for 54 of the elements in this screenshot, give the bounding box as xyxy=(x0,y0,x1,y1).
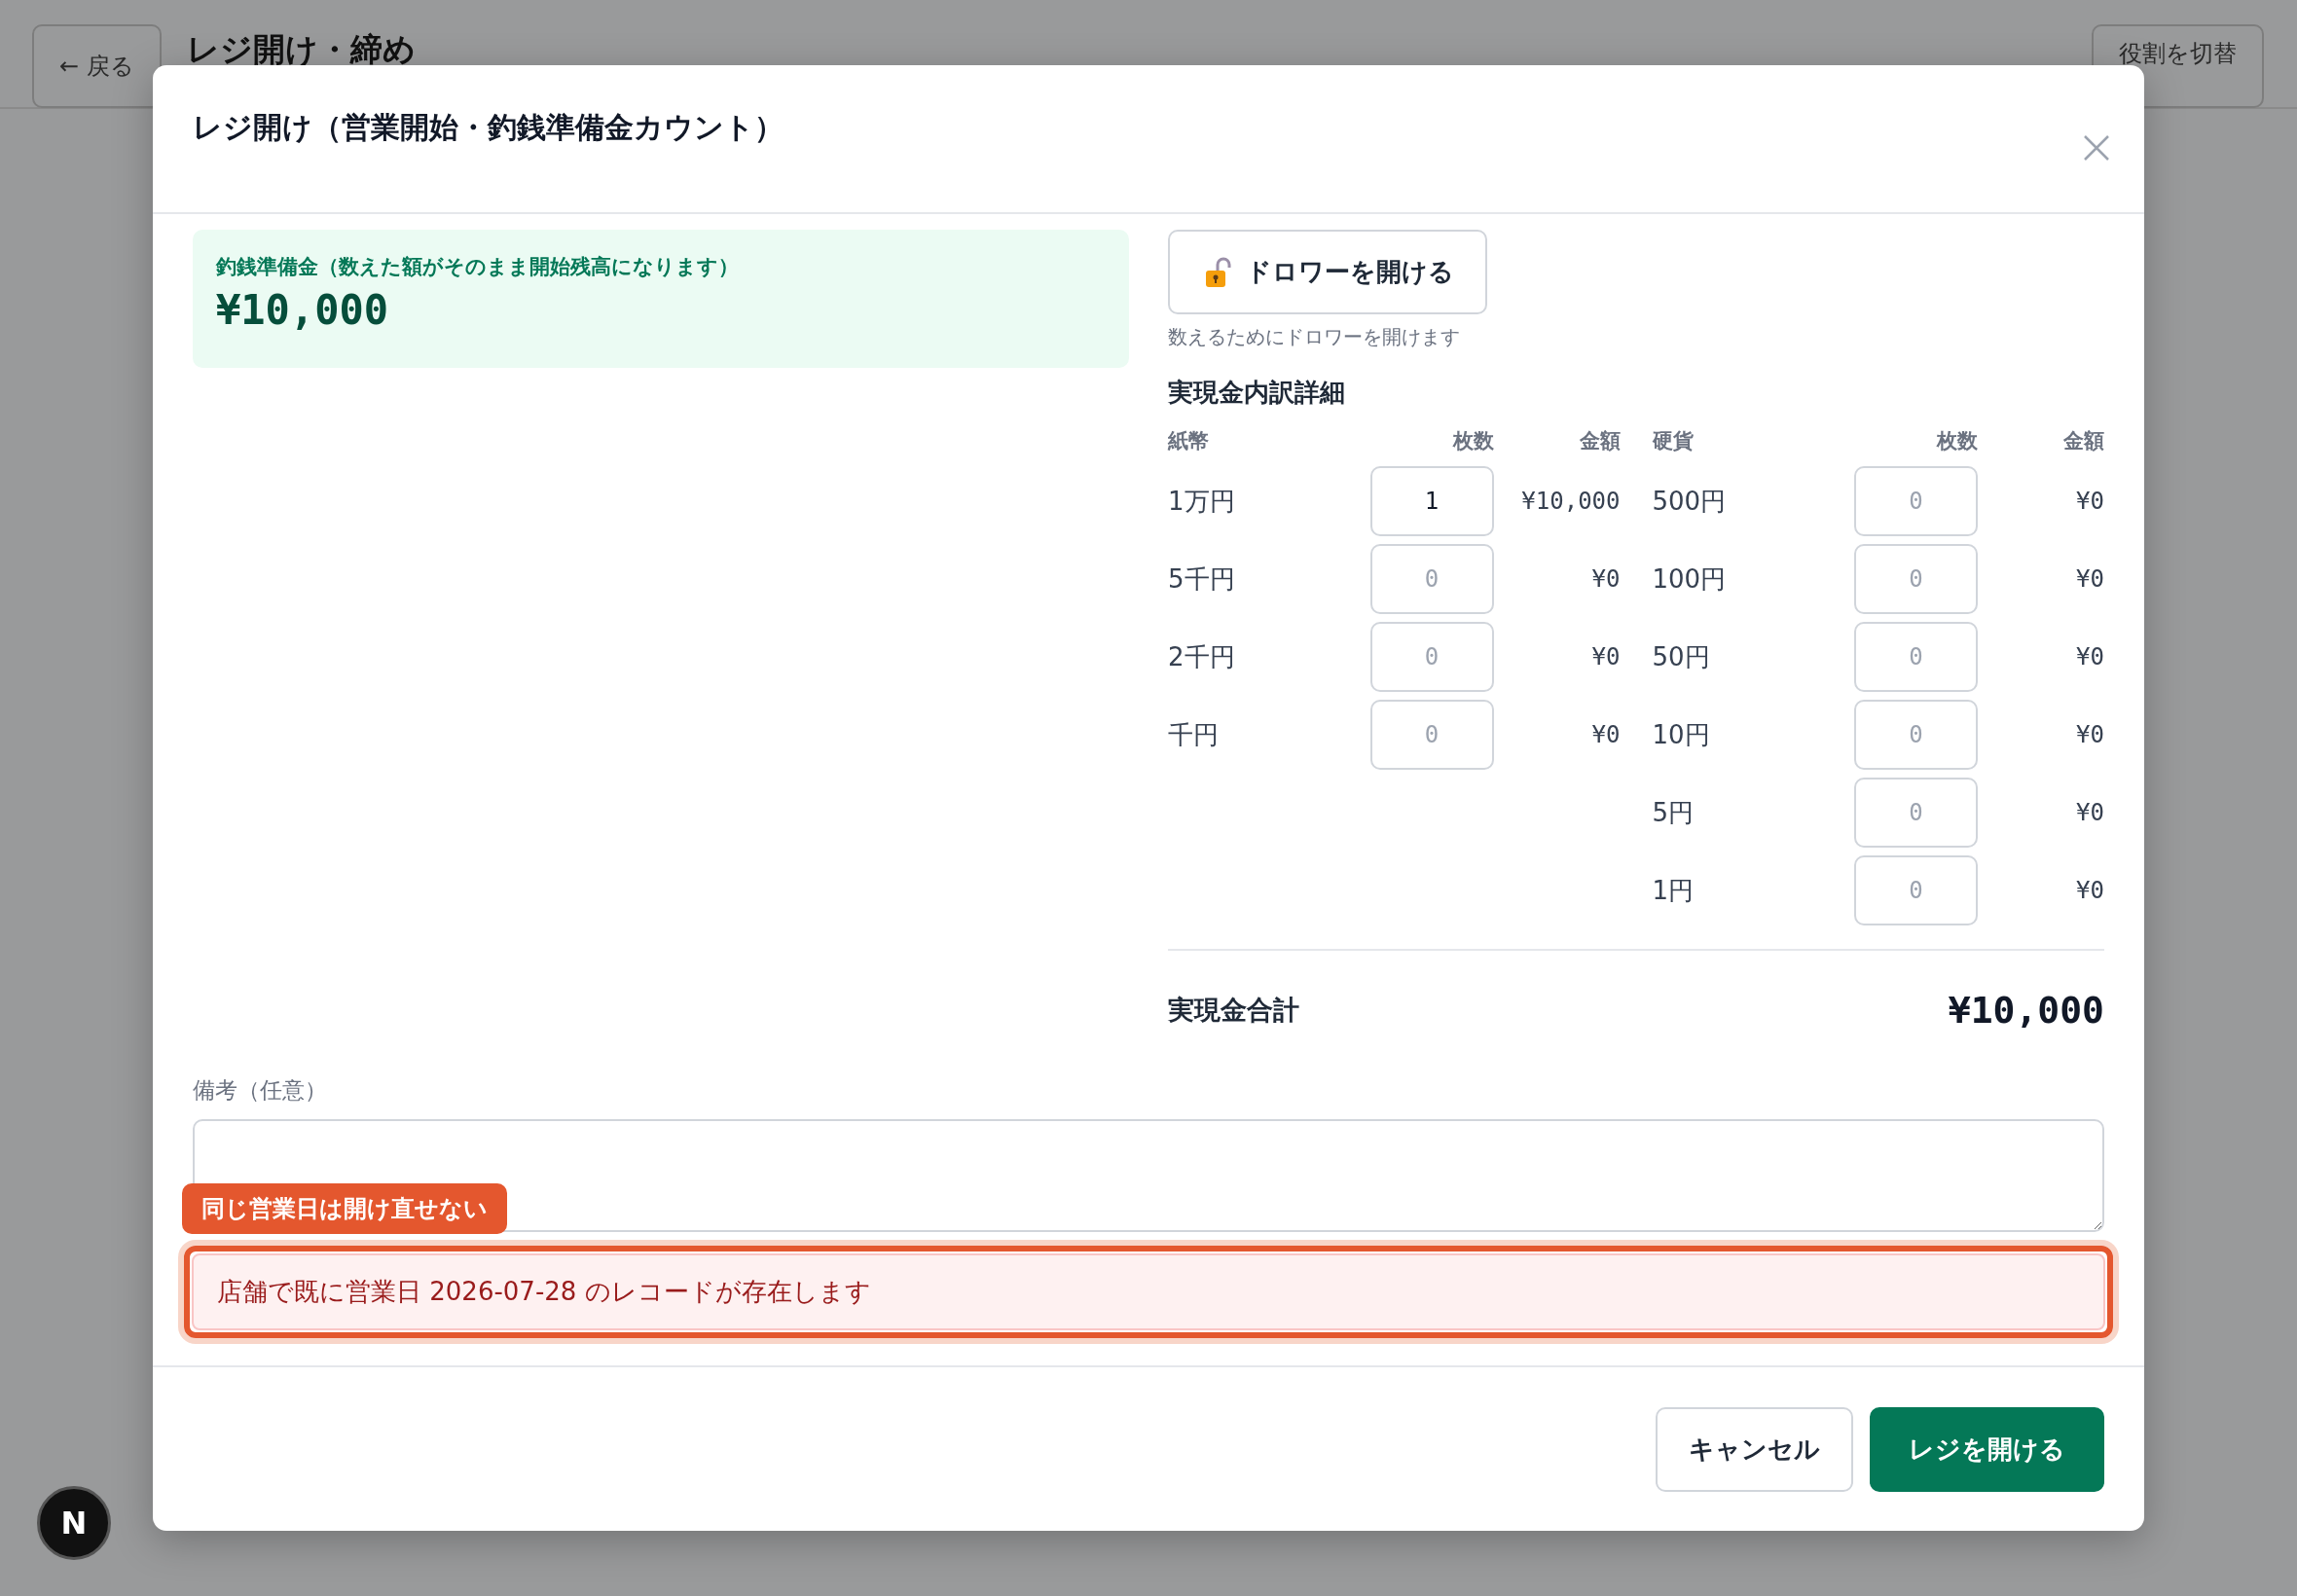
float-amount: ¥10,000 xyxy=(216,286,389,334)
amount-text: ¥0 xyxy=(2075,799,2104,826)
total-amount: ¥10,000 xyxy=(1948,989,2104,1032)
denomination-label: 千円 xyxy=(1168,718,1220,751)
amount-text: ¥0 xyxy=(1590,643,1621,671)
amount-text: ¥0 xyxy=(2075,488,2104,515)
denomination-label: 5円 xyxy=(1652,796,1695,829)
denomination-label: 1万円 xyxy=(1168,485,1236,518)
float-label: 釣銭準備金（数えた額がそのまま開始残高になります） xyxy=(216,254,740,280)
page-title: レジ開け・締め xyxy=(186,29,417,70)
column-heading: 紙幣 xyxy=(1168,428,1210,454)
denomination-label: 2千円 xyxy=(1168,640,1236,673)
amount-text: ¥0 xyxy=(1590,565,1621,593)
count-field[interactable]: 0 xyxy=(1369,544,1494,614)
count-field[interactable]: 0 xyxy=(1854,778,1978,848)
count-field[interactable]: 0 xyxy=(1854,855,1978,925)
denomination-label: 5千円 xyxy=(1168,562,1236,596)
column-heading: 金額 xyxy=(2062,428,2104,454)
denomination-label: 500円 xyxy=(1652,485,1728,518)
cancel-button[interactable]: キャンセル xyxy=(1656,1406,1853,1492)
notes-label: 備考（任意） xyxy=(193,1076,328,1105)
denomination-label: 1円 xyxy=(1652,874,1695,907)
dev-badge[interactable]: N xyxy=(37,1486,111,1560)
count-field[interactable]: 0 xyxy=(1854,544,1978,614)
column-heading: 金額 xyxy=(1578,428,1621,454)
error-message: 店舗で既に営業日 2026-07-28 のレコードが存在します xyxy=(192,1253,2105,1330)
annotation-label: 同じ営業日は開け直せない xyxy=(182,1183,507,1234)
column-heading: 枚数 xyxy=(1935,428,1978,454)
close-icon[interactable] xyxy=(2082,133,2111,163)
open-drawer-button[interactable]: ドロワーを開ける xyxy=(1168,230,1487,314)
total-label: 実現金合計 xyxy=(1168,994,1299,1027)
notes-field[interactable] xyxy=(193,1119,2104,1232)
amount-text: ¥0 xyxy=(2075,877,2104,904)
column-heading: 硬貨 xyxy=(1652,428,1695,454)
count-field[interactable]: 0 xyxy=(1369,622,1494,692)
count-field[interactable]: 0 xyxy=(1854,466,1978,536)
amount-text: ¥0 xyxy=(2075,721,2104,748)
count-field[interactable]: 0 xyxy=(1369,700,1494,770)
count-field[interactable]: 1 xyxy=(1369,466,1494,536)
dialog-title: レジ開け（営業開始・釣銭準備金カウント） xyxy=(193,109,784,146)
amount-text: ¥0 xyxy=(2075,565,2104,593)
amount-text: ¥0 xyxy=(2075,643,2104,671)
amount-text: ¥10,000 xyxy=(1520,488,1621,515)
column-heading: 枚数 xyxy=(1451,428,1494,454)
open-register-button[interactable]: レジを開ける xyxy=(1870,1406,2104,1492)
denomination-label: 100円 xyxy=(1652,562,1728,596)
denomination-label: 10円 xyxy=(1652,718,1711,751)
drawer-hint: 数えるためにドロワーを開けます xyxy=(1168,324,1461,350)
count-field[interactable]: 0 xyxy=(1854,700,1978,770)
amount-text: ¥0 xyxy=(1590,721,1621,748)
section-heading: 実現金内訳詳細 xyxy=(1168,377,1346,409)
padlock-icon xyxy=(1205,256,1232,288)
count-field[interactable]: 0 xyxy=(1854,622,1978,692)
denomination-label: 50円 xyxy=(1652,640,1711,673)
